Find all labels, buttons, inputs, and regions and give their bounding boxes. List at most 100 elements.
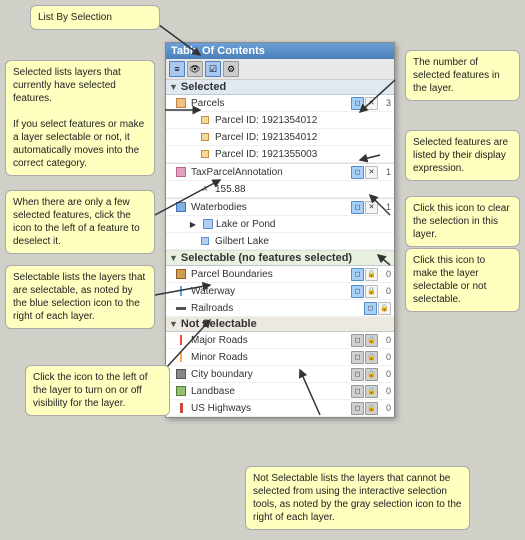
water-controls: ◻ ✕ 1 <box>351 201 391 214</box>
city-vis-icon[interactable] <box>174 367 188 381</box>
city-toggle-icon[interactable]: 🔒 <box>365 368 378 381</box>
highways-name: US Highways <box>191 403 348 414</box>
selectable-category-label: Selectable (no features selected) <box>181 252 352 264</box>
parcel1-name: Parcel ID: 1921354012 <box>215 115 391 126</box>
parcels-group: Parcels ◻ ✕ 3 Parcel ID: 1921354012 Parc… <box>166 95 394 164</box>
parcel2-deselect-icon[interactable] <box>198 130 212 144</box>
major-roads-select-icon[interactable]: ◻ <box>351 334 364 347</box>
parcels-visibility-icon[interactable] <box>174 96 188 110</box>
landbase-name: Landbase <box>191 386 348 397</box>
waterway-row: Waterway ◻ 🔒 0 <box>166 283 394 300</box>
water-layer-row: Waterbodies ◻ ✕ 1 <box>166 199 394 216</box>
list-by-selection-label: List By Selection <box>38 12 112 23</box>
parcel-bounds-vis-icon[interactable] <box>174 267 188 281</box>
landbase-vis-icon[interactable] <box>174 384 188 398</box>
waterway-toggle-icon[interactable]: 🔒 <box>365 285 378 298</box>
parcel-bounds-select-icon[interactable]: ◻ <box>351 268 364 281</box>
city-row: City boundary ◻ 🔒 0 <box>166 366 394 383</box>
highways-controls: ◻ 🔒 0 <box>351 402 391 415</box>
major-roads-vis-icon[interactable] <box>174 333 188 347</box>
few-features-callout: When there are only a few selected featu… <box>5 190 155 254</box>
city-name: City boundary <box>191 369 348 380</box>
parcel2-row: Parcel ID: 1921354012 <box>166 129 394 146</box>
waterway-name: Waterway <box>191 286 348 297</box>
tax-value: 155.88 <box>215 184 391 195</box>
tax-select-icon[interactable]: ◻ <box>351 166 364 179</box>
landbase-toggle-icon[interactable]: 🔒 <box>365 385 378 398</box>
list-by-source-icon[interactable]: ≡ <box>169 61 185 77</box>
few-features-text: When there are only a few selected featu… <box>13 197 140 247</box>
water-group: Waterbodies ◻ ✕ 1 ▶ Lake or Pond Gilbert… <box>166 199 394 251</box>
make-selectable-text: Click this icon to make the layer select… <box>413 255 486 305</box>
highways-vis-icon[interactable] <box>174 401 188 415</box>
landbase-select-icon[interactable]: ◻ <box>351 385 364 398</box>
list-by-selection-callout: List By Selection <box>30 5 160 30</box>
gilbert-row: Gilbert Lake <box>166 233 394 250</box>
city-controls: ◻ 🔒 0 <box>351 368 391 381</box>
minor-roads-vis-icon[interactable] <box>174 350 188 364</box>
tax-visibility-icon[interactable] <box>174 165 188 179</box>
not-selectable-category-label: Not Selectable <box>181 318 257 330</box>
expand-selected-icon[interactable]: ▼ <box>169 82 178 92</box>
parcel3-deselect-icon[interactable] <box>198 147 212 161</box>
parcel2-name: Parcel ID: 1921354012 <box>215 132 391 143</box>
waterway-select-icon[interactable]: ◻ <box>351 285 364 298</box>
parcels-select-icon[interactable]: ◻ <box>351 97 364 110</box>
parcels-layer-row: Parcels ◻ ✕ 3 <box>166 95 394 112</box>
parcel1-deselect-icon[interactable] <box>198 113 212 127</box>
expand-selectable-icon[interactable]: ▼ <box>169 253 178 263</box>
not-selectable-text: Not Selectable lists the layers that can… <box>253 473 461 523</box>
not-selectable-category-header: ▼ Not Selectable <box>166 317 394 332</box>
minor-roads-toggle-icon[interactable]: 🔒 <box>365 351 378 364</box>
parcels-clear-icon[interactable]: ✕ <box>365 97 378 110</box>
parcel-bounds-toggle-icon[interactable]: 🔒 <box>365 268 378 281</box>
parcel3-row: Parcel ID: 1921355003 <box>166 146 394 163</box>
major-roads-row: Major Roads ◻ 🔒 0 <box>166 332 394 349</box>
water-clear-icon[interactable]: ✕ <box>365 201 378 214</box>
expand-not-selectable-icon[interactable]: ▼ <box>169 319 178 329</box>
parcel1-row: Parcel ID: 1921354012 <box>166 112 394 129</box>
highways-row: US Highways ◻ 🔒 0 <box>166 400 394 417</box>
waterway-vis-icon[interactable] <box>174 284 188 298</box>
minor-roads-name: Minor Roads <box>191 352 348 363</box>
parcel3-name: Parcel ID: 1921355003 <box>215 149 391 160</box>
tax-controls: ◻ ✕ 1 <box>351 166 391 179</box>
gilbert-icon[interactable] <box>198 234 212 248</box>
list-by-visibility-icon[interactable]: 👁 <box>187 61 203 77</box>
list-by-selection-icon[interactable]: ☑ <box>205 61 221 77</box>
selectable-callout: Selectable lists the layers that are sel… <box>5 265 155 329</box>
num-selected-text: The number of selected features in the l… <box>413 57 500 94</box>
water-count: 1 <box>381 202 391 212</box>
landbase-row: Landbase ◻ 🔒 0 <box>166 383 394 400</box>
tax-val-row: A 155.88 <box>166 181 394 198</box>
minor-roads-select-icon[interactable]: ◻ <box>351 351 364 364</box>
options-icon[interactable]: ⚙ <box>223 61 239 77</box>
minor-roads-count: 0 <box>381 352 391 362</box>
num-selected-callout: The number of selected features in the l… <box>405 50 520 101</box>
lake-expand-icon[interactable]: ▶ <box>186 217 200 231</box>
waterway-controls: ◻ 🔒 0 <box>351 285 391 298</box>
railroad-select-icon[interactable]: ◻ <box>364 302 377 315</box>
major-roads-toggle-icon[interactable]: 🔒 <box>365 334 378 347</box>
visibility-callout: Click the icon to the left of the layer … <box>25 365 170 416</box>
railroad-row: Railroads ◻ 🔒 <box>166 300 394 317</box>
tax-clear-icon[interactable]: ✕ <box>365 166 378 179</box>
highways-toggle-icon[interactable]: 🔒 <box>365 402 378 415</box>
tax-val-icon[interactable]: A <box>198 182 212 196</box>
highways-count: 0 <box>381 403 391 413</box>
railroad-vis-icon[interactable] <box>174 301 188 315</box>
tax-group: TaxParcelAnnotation ◻ ✕ 1 A 155.88 <box>166 164 394 199</box>
railroad-toggle-icon[interactable]: 🔒 <box>378 302 391 315</box>
selected-category-label: Selected <box>181 81 226 93</box>
highways-select-icon[interactable]: ◻ <box>351 402 364 415</box>
city-select-icon[interactable]: ◻ <box>351 368 364 381</box>
railroad-name: Railroads <box>191 303 361 314</box>
parcels-controls: ◻ ✕ 3 <box>351 97 391 110</box>
minor-roads-row: Minor Roads ◻ 🔒 0 <box>166 349 394 366</box>
water-select-icon[interactable]: ◻ <box>351 201 364 214</box>
water-visibility-icon[interactable] <box>174 200 188 214</box>
lake-row: ▶ Lake or Pond <box>166 216 394 233</box>
water-name: Waterbodies <box>191 202 348 213</box>
lake-name: Lake or Pond <box>216 219 391 230</box>
parcels-name: Parcels <box>191 98 348 109</box>
